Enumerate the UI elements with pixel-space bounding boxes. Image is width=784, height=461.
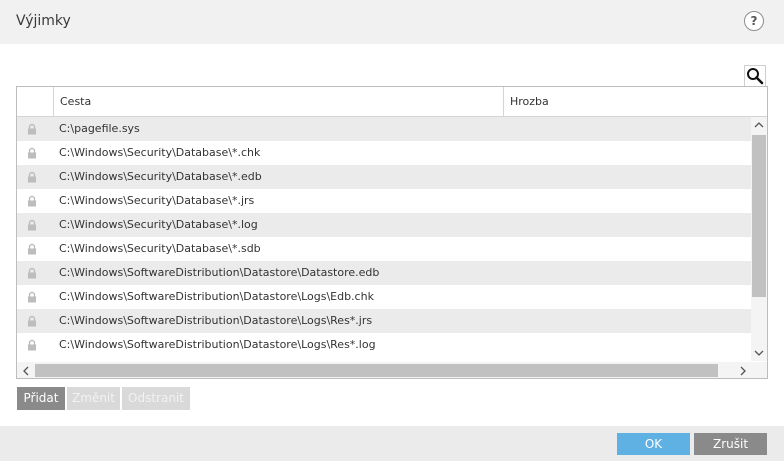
lock-icon (28, 219, 36, 231)
row-path: C:\Windows\SoftwareDistribution\Datastor… (59, 290, 374, 303)
column-header-lock[interactable] (17, 87, 54, 116)
ok-button[interactable]: OK (617, 433, 690, 455)
vertical-scrollbar[interactable] (751, 117, 767, 361)
search-icon (747, 68, 764, 85)
table-row[interactable]: C:\pagefile.sys (17, 117, 751, 141)
row-path: C:\pagefile.sys (59, 122, 140, 135)
lock-icon (28, 123, 36, 135)
dialog-header: Výjimky ? (0, 0, 784, 44)
exclusions-table: Cesta Hrozba C:\pagefile.sys C:\Windows\… (16, 86, 768, 379)
table-row[interactable]: C:\Windows\Security\Database\*.jrs (17, 189, 751, 213)
column-header-path[interactable]: Cesta (54, 87, 504, 116)
row-path: C:\Windows\Security\Database\*.chk (59, 146, 261, 159)
table-row[interactable]: C:\Windows\SoftwareDistribution\Datastor… (17, 309, 751, 333)
row-path: C:\Windows\SoftwareDistribution\Datastor… (59, 338, 376, 351)
column-header-threat[interactable]: Hrozba (504, 87, 767, 116)
table-row[interactable]: C:\Windows\Security\Database\*.log (17, 213, 751, 237)
remove-button[interactable]: Odstranit (122, 387, 190, 410)
horizontal-scrollbar[interactable] (17, 362, 767, 378)
table-row[interactable]: C:\Windows\Security\Database\*.chk (17, 141, 751, 165)
table-body: C:\pagefile.sys C:\Windows\Security\Data… (17, 117, 751, 357)
dialog-footer: OK Zrušit (0, 426, 784, 461)
lock-icon (28, 171, 36, 183)
edit-button[interactable]: Změnit (67, 387, 120, 410)
vertical-scroll-thumb[interactable] (752, 135, 766, 297)
add-button[interactable]: Přidat (17, 387, 65, 410)
table-row[interactable]: C:\Windows\SoftwareDistribution\Datastor… (17, 285, 751, 309)
chevron-down-icon[interactable] (753, 347, 765, 359)
table-row[interactable]: C:\Windows\SoftwareDistribution\Datastor… (17, 261, 751, 285)
row-path: C:\Windows\Security\Database\*.edb (59, 170, 262, 183)
table-header: Cesta Hrozba (17, 87, 767, 117)
cancel-button[interactable]: Zrušit (694, 433, 767, 455)
chevron-up-icon[interactable] (753, 119, 765, 131)
row-path: C:\Windows\Security\Database\*.sdb (59, 242, 261, 255)
lock-icon (28, 339, 36, 351)
row-path: C:\Windows\SoftwareDistribution\Datastor… (59, 266, 380, 279)
row-path: C:\Windows\SoftwareDistribution\Datastor… (59, 314, 373, 327)
table-row[interactable]: C:\Windows\Security\Database\*.edb (17, 165, 751, 189)
lock-icon (28, 267, 36, 279)
lock-icon (28, 195, 36, 207)
row-path: C:\Windows\Security\Database\*.jrs (59, 194, 255, 207)
table-row[interactable]: C:\Windows\SoftwareDistribution\Datastor… (17, 333, 751, 357)
row-path: C:\Windows\Security\Database\*.log (59, 218, 258, 231)
dialog-title: Výjimky (16, 13, 71, 29)
search-button[interactable] (744, 65, 766, 87)
help-icon[interactable]: ? (744, 11, 764, 31)
table-row[interactable]: C:\Windows\Security\Database\*.sdb (17, 237, 751, 261)
lock-icon (28, 315, 36, 327)
chevron-left-icon[interactable] (20, 365, 32, 377)
lock-icon (28, 291, 36, 303)
lock-icon (28, 243, 36, 255)
horizontal-scroll-thumb[interactable] (35, 364, 718, 377)
chevron-right-icon[interactable] (737, 365, 749, 377)
lock-icon (28, 147, 36, 159)
